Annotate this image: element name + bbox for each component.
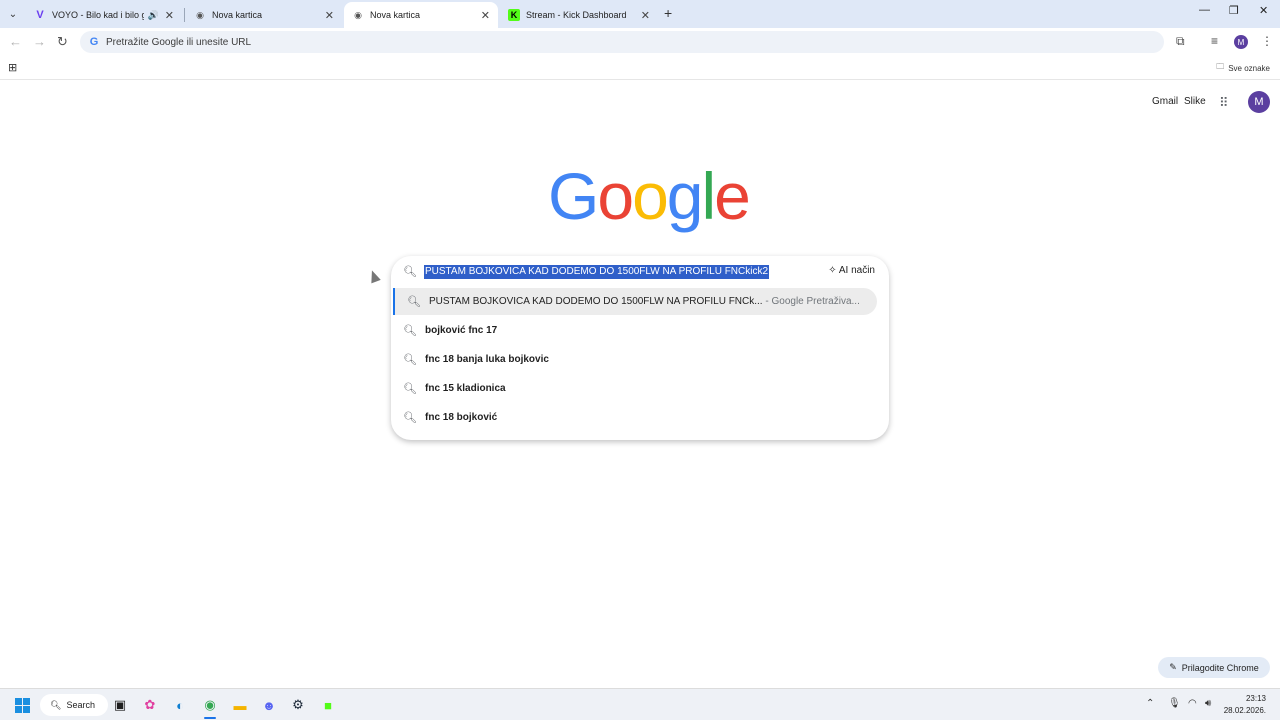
search-box: 🔍︎ PUSTAM BOJKOVICA KAD DODEMO DO 1500FL… bbox=[391, 256, 889, 440]
reload-icon[interactable]: ↻ bbox=[57, 34, 68, 50]
customize-chrome-button[interactable]: ✎ Prilagodite Chrome bbox=[1158, 657, 1270, 678]
suggestion-item[interactable]: 🔍︎ fnc 18 bojković bbox=[391, 404, 889, 431]
search-icon: 🔍︎ bbox=[403, 354, 417, 366]
bookmarks-bar: ⊞ 🗀 Sve oznake bbox=[0, 56, 1280, 80]
media-controls-icon[interactable]: ≡ bbox=[1211, 34, 1218, 48]
suggestion-item[interactable]: 🔍︎ bojković fnc 17 bbox=[391, 317, 889, 344]
search-icon: 🔍︎ bbox=[50, 699, 62, 710]
suggestion-text: bojković fnc 17 bbox=[425, 325, 498, 336]
volume-icon[interactable]: 🔊︎ bbox=[1205, 698, 1211, 709]
kick-favicon-icon: K bbox=[508, 9, 520, 21]
discord-icon[interactable]: ☻ bbox=[259, 695, 279, 715]
chrome-icon: ◉ bbox=[196, 9, 204, 20]
chrome-taskbar-icon[interactable]: ◉ bbox=[200, 695, 220, 715]
tab-kick-dashboard[interactable]: K Stream - Kick Dashboard ✕ bbox=[500, 2, 658, 28]
microphone-icon[interactable]: 🎙︎ bbox=[1168, 698, 1181, 709]
search-icon: 🔍︎ bbox=[403, 266, 417, 278]
clock-date: 28.02.2026. bbox=[1223, 706, 1266, 715]
tab-separator bbox=[184, 8, 185, 22]
logo-letter: o bbox=[597, 159, 634, 233]
suggestion-item[interactable]: 🔍︎ fnc 15 kladionica bbox=[391, 375, 889, 402]
voyo-favicon-icon: V bbox=[36, 9, 44, 21]
address-bar[interactable]: G Pretražite Google ili unesite URL bbox=[80, 31, 1164, 53]
google-account-avatar[interactable]: M bbox=[1248, 91, 1270, 113]
gmail-link[interactable]: Gmail bbox=[1152, 96, 1178, 107]
google-g-icon: G bbox=[89, 36, 99, 48]
tab-title: Nova kartica bbox=[212, 10, 263, 20]
task-view-icon[interactable]: ▣ bbox=[110, 695, 130, 715]
taskbar-search[interactable]: 🔍︎ Search bbox=[40, 694, 108, 716]
tab-title: Stream - Kick Dashboard bbox=[526, 10, 627, 20]
tab-title: VOYO - Bilo kad i bilo gdje bbox=[52, 10, 144, 20]
tab-new-tab-1[interactable]: ◉ Nova kartica ✕ bbox=[186, 2, 342, 28]
steam-icon[interactable]: ⚙ bbox=[288, 695, 308, 715]
tab-voyo[interactable]: V VOYO - Bilo kad i bilo gdje 🔊 ✕ bbox=[26, 2, 182, 28]
tab-close-icon[interactable]: ✕ bbox=[641, 9, 650, 22]
profile-avatar-toolbar[interactable]: M bbox=[1234, 35, 1248, 49]
minimize-icon[interactable]: — bbox=[1199, 4, 1210, 16]
all-bookmarks-label: Sve oznake bbox=[1228, 63, 1270, 73]
suggestion-text: fnc 15 kladionica bbox=[425, 383, 506, 394]
logo-letter: e bbox=[714, 159, 751, 233]
suggestion-hint: - Google Pretraživa... bbox=[762, 296, 860, 307]
windows-taskbar: 🔍︎ Search ▣ ✿ ◐ ◉ ▬ ☻ ⚙ ■ ⌃ 🎙︎ ◠ 🔊︎ 23:1… bbox=[0, 688, 1280, 720]
active-app-indicator bbox=[204, 717, 216, 719]
window-close-icon[interactable]: ✕ bbox=[1259, 4, 1268, 17]
chrome-icon: ◉ bbox=[354, 9, 362, 20]
menu-kebab-icon[interactable]: ⋮ bbox=[1261, 34, 1273, 48]
browser-toolbar: ← → ↻ G Pretražite Google ili unesite UR… bbox=[0, 28, 1280, 56]
windows-start-icon[interactable] bbox=[12, 695, 32, 715]
folder-icon: 🗀 bbox=[1216, 62, 1225, 71]
logo-letter: l bbox=[701, 159, 717, 233]
taskbar-search-label: Search bbox=[66, 700, 95, 710]
kick-app-icon[interactable]: ■ bbox=[318, 695, 338, 715]
all-bookmarks-button[interactable]: 🗀 Sve oznake bbox=[1216, 61, 1270, 75]
images-link[interactable]: Slike bbox=[1184, 96, 1206, 107]
tab-title: Nova kartica bbox=[370, 10, 421, 20]
mouse-cursor bbox=[367, 268, 381, 284]
apps-grid-icon[interactable]: ⊞ bbox=[8, 61, 17, 74]
ai-mode-label: AI način bbox=[838, 265, 875, 276]
google-apps-icon[interactable]: ⠿ bbox=[1219, 95, 1229, 111]
search-icon: 🔍︎ bbox=[403, 325, 417, 337]
tab-search-dropdown[interactable]: ⌄ bbox=[4, 5, 22, 23]
customize-chrome-label: Prilagodite Chrome bbox=[1181, 662, 1259, 673]
tab-close-icon[interactable]: ✕ bbox=[165, 9, 174, 22]
search-icon: 🔍︎ bbox=[407, 296, 421, 308]
suggestion-item[interactable]: 🔍︎ fnc 18 banja luka bojkovic bbox=[391, 346, 889, 373]
tab-strip: ⌄ V VOYO - Bilo kad i bilo gdje 🔊 ✕ ◉ No… bbox=[0, 0, 1280, 28]
forward-arrow-icon[interactable]: → bbox=[33, 34, 46, 49]
wifi-icon[interactable]: ◠ bbox=[1188, 698, 1197, 709]
back-arrow-icon[interactable]: ← bbox=[9, 34, 22, 49]
edge-icon[interactable]: ◐ bbox=[170, 695, 190, 715]
search-query-selected[interactable]: PUSTAM BOJKOVICA KAD DODEMO DO 1500FLW N… bbox=[424, 265, 770, 279]
address-bar-placeholder: Pretražite Google ili unesite URL bbox=[106, 36, 252, 48]
tab-close-icon[interactable]: ✕ bbox=[325, 9, 334, 22]
google-logo: Google bbox=[548, 158, 751, 234]
suggestion-text: fnc 18 banja luka bojkovic bbox=[425, 354, 549, 365]
suggestion-text: PUSTAM BOJKOVICA KAD DODEMO DO 1500FLW N… bbox=[429, 296, 763, 307]
logo-letter: g bbox=[666, 159, 704, 233]
search-icon: 🔍︎ bbox=[403, 412, 417, 424]
tab-close-icon[interactable]: ✕ bbox=[481, 9, 490, 22]
clock-time: 23:13 bbox=[1245, 694, 1266, 703]
suggestion-item[interactable]: 🔍︎ PUSTAM BOJKOVICA KAD DODEMO DO 1500FL… bbox=[393, 288, 877, 315]
tray-overflow-chevron-icon[interactable]: ⌃ bbox=[1146, 698, 1154, 709]
search-input[interactable]: 🔍︎ PUSTAM BOJKOVICA KAD DODEMO DO 1500FL… bbox=[391, 256, 889, 288]
new-tab-plus-icon[interactable]: + bbox=[664, 5, 672, 21]
tab-new-tab-active[interactable]: ◉ Nova kartica ✕ bbox=[344, 2, 498, 28]
system-clock[interactable]: 23:13 28.02.2026. bbox=[1224, 693, 1266, 717]
logo-letter: o bbox=[632, 159, 669, 233]
file-explorer-icon[interactable]: ▬ bbox=[230, 695, 250, 715]
extensions-puzzle-icon[interactable]: ⧉ bbox=[1176, 34, 1185, 49]
copilot-icon[interactable]: ✿ bbox=[140, 695, 160, 715]
audio-playing-icon[interactable]: 🔊 bbox=[148, 10, 159, 21]
pencil-icon: ✎ bbox=[1169, 662, 1177, 672]
ai-mode-button[interactable]: ✧ AI način bbox=[828, 265, 875, 276]
restore-icon[interactable]: ❐ bbox=[1229, 4, 1239, 17]
search-icon: 🔍︎ bbox=[403, 383, 417, 395]
suggestion-text: fnc 18 bojković bbox=[425, 412, 498, 423]
logo-letter: G bbox=[548, 159, 599, 233]
